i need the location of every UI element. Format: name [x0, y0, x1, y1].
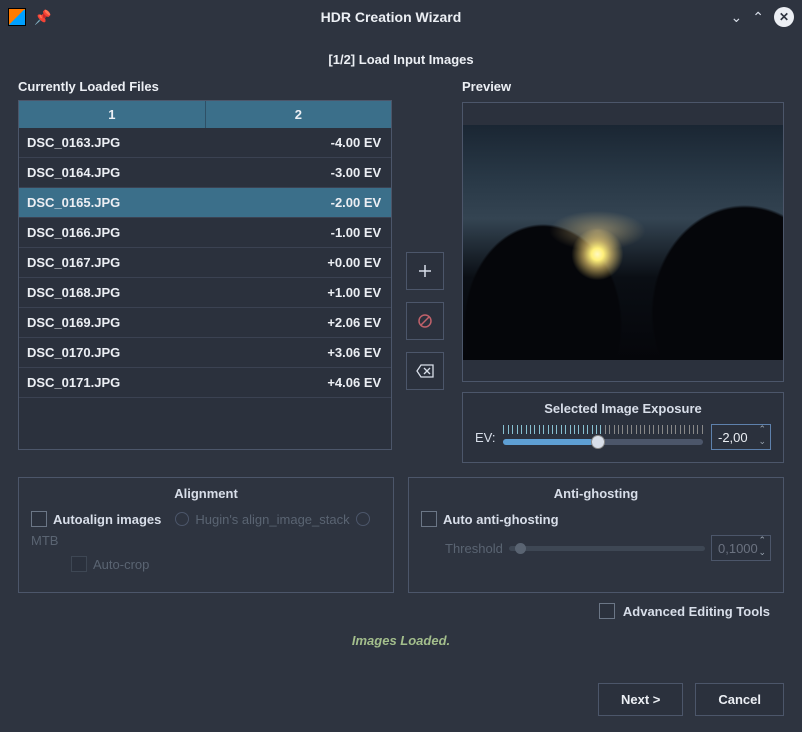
- file-name-cell: DSC_0168.JPG: [19, 278, 224, 307]
- table-row[interactable]: DSC_0168.JPG+1.00 EV: [19, 278, 391, 308]
- mtb-radio: [356, 512, 370, 526]
- maximize-icon[interactable]: ⌃: [752, 9, 764, 26]
- plus-icon: [417, 263, 433, 279]
- table-row[interactable]: DSC_0169.JPG+2.06 EV: [19, 308, 391, 338]
- exposure-title: Selected Image Exposure: [475, 401, 771, 416]
- auto-antighost-label: Auto anti-ghosting: [443, 512, 559, 527]
- window-title: HDR Creation Wizard: [51, 9, 730, 25]
- preview-image: [463, 125, 783, 360]
- advanced-tools-label: Advanced Editing Tools: [623, 604, 770, 619]
- table-row[interactable]: DSC_0163.JPG-4.00 EV: [19, 128, 391, 158]
- ev-cell: -1.00 EV: [224, 218, 392, 247]
- file-table: 1 2 DSC_0163.JPG-4.00 EVDSC_0164.JPG-3.0…: [18, 100, 392, 450]
- ev-slider[interactable]: [503, 425, 703, 449]
- preview-panel: [462, 102, 784, 382]
- autoalign-label: Autoalign images: [53, 512, 161, 527]
- minimize-icon[interactable]: ⌄: [731, 9, 743, 26]
- file-name-cell: DSC_0171.JPG: [19, 368, 224, 397]
- backspace-icon: [416, 364, 434, 378]
- ev-cell: +0.00 EV: [224, 248, 392, 277]
- threshold-spinbox: 0,1000: [711, 535, 771, 561]
- file-name-cell: DSC_0169.JPG: [19, 308, 224, 337]
- table-row[interactable]: DSC_0165.JPG-2.00 EV: [19, 188, 391, 218]
- ev-cell: +3.06 EV: [224, 338, 392, 367]
- wizard-window: 📌 HDR Creation Wizard ⌄ ⌃ ✕ [1/2] Load I…: [0, 0, 802, 732]
- loaded-files-label: Currently Loaded Files: [18, 79, 392, 94]
- close-icon[interactable]: ✕: [774, 7, 794, 27]
- forbidden-icon: [417, 313, 433, 329]
- slider-thumb[interactable]: [591, 435, 605, 449]
- auto-antighost-checkbox[interactable]: [421, 511, 437, 527]
- file-name-cell: DSC_0165.JPG: [19, 188, 224, 217]
- remove-file-button[interactable]: [406, 302, 444, 340]
- cancel-button[interactable]: Cancel: [695, 683, 784, 716]
- next-button[interactable]: Next >: [598, 683, 683, 716]
- step-title: [1/2] Load Input Images: [18, 52, 784, 67]
- file-name-cell: DSC_0170.JPG: [19, 338, 224, 367]
- pin-icon[interactable]: 📌: [34, 9, 51, 26]
- clear-files-button[interactable]: [406, 352, 444, 390]
- autoalign-checkbox[interactable]: [31, 511, 47, 527]
- autocrop-checkbox: [71, 556, 87, 572]
- ev-cell: -2.00 EV: [224, 188, 392, 217]
- alignment-title: Alignment: [31, 486, 381, 501]
- table-row[interactable]: DSC_0171.JPG+4.06 EV: [19, 368, 391, 398]
- ev-cell: +4.06 EV: [224, 368, 392, 397]
- table-row[interactable]: DSC_0167.JPG+0.00 EV: [19, 248, 391, 278]
- file-name-cell: DSC_0166.JPG: [19, 218, 224, 247]
- antighost-panel: Anti-ghosting Auto anti-ghosting Thresho…: [408, 477, 784, 593]
- col-header-2[interactable]: 2: [206, 101, 392, 128]
- autocrop-label: Auto-crop: [93, 557, 149, 572]
- file-name-cell: DSC_0167.JPG: [19, 248, 224, 277]
- ev-label: EV:: [475, 430, 495, 445]
- add-file-button[interactable]: [406, 252, 444, 290]
- hugin-radio: [175, 512, 189, 526]
- app-icon: [8, 8, 26, 26]
- advanced-tools-checkbox[interactable]: [599, 603, 615, 619]
- antighost-title: Anti-ghosting: [421, 486, 771, 501]
- file-name-cell: DSC_0163.JPG: [19, 128, 224, 157]
- alignment-panel: Alignment Autoalign images Hugin's align…: [18, 477, 394, 593]
- file-name-cell: DSC_0164.JPG: [19, 158, 224, 187]
- ev-cell: +1.00 EV: [224, 278, 392, 307]
- ev-spinbox[interactable]: -2,00: [711, 424, 771, 450]
- status-text: Images Loaded.: [18, 633, 784, 648]
- table-row[interactable]: DSC_0164.JPG-3.00 EV: [19, 158, 391, 188]
- table-row[interactable]: DSC_0166.JPG-1.00 EV: [19, 218, 391, 248]
- ev-cell: +2.06 EV: [224, 308, 392, 337]
- preview-label: Preview: [462, 79, 784, 94]
- col-header-1[interactable]: 1: [19, 101, 206, 128]
- threshold-label: Threshold: [445, 541, 503, 556]
- ev-cell: -3.00 EV: [224, 158, 392, 187]
- exposure-panel: Selected Image Exposure EV: -2,00: [462, 392, 784, 463]
- titlebar: 📌 HDR Creation Wizard ⌄ ⌃ ✕: [0, 0, 802, 34]
- threshold-slider: [509, 540, 705, 556]
- table-row[interactable]: DSC_0170.JPG+3.06 EV: [19, 338, 391, 368]
- hugin-label: Hugin's align_image_stack: [195, 512, 349, 527]
- ev-cell: -4.00 EV: [224, 128, 392, 157]
- mtb-label: MTB: [31, 533, 58, 548]
